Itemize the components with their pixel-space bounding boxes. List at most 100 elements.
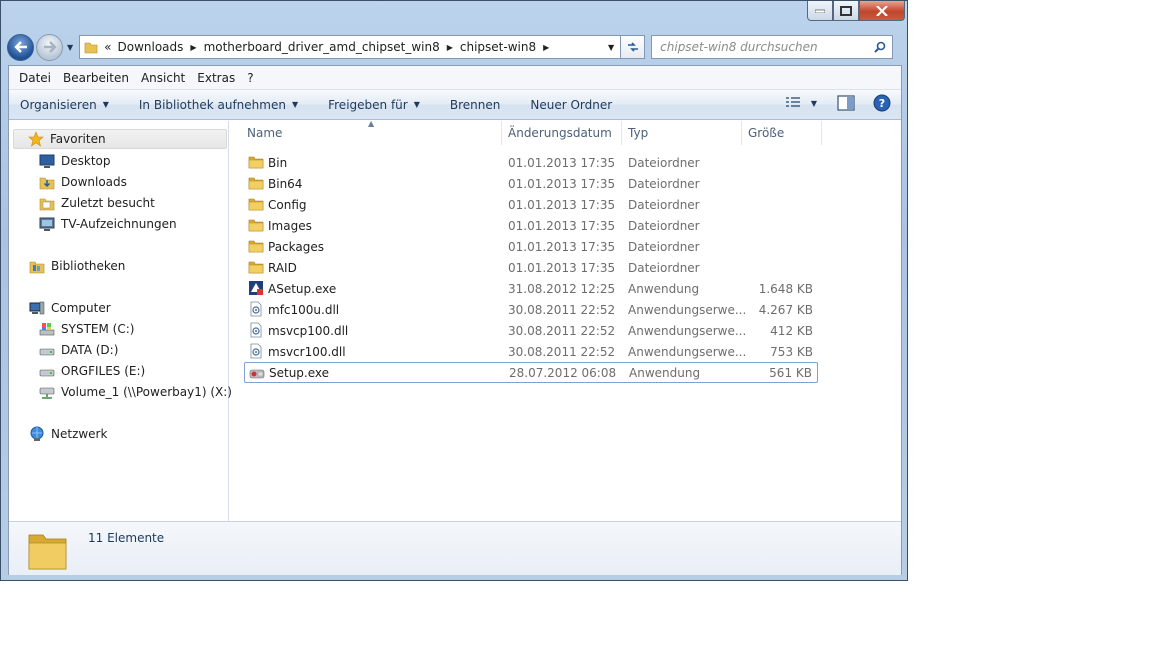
breadcrumb-chipset-win8[interactable]: chipset-win8 xyxy=(460,40,536,54)
close-button[interactable] xyxy=(859,1,905,21)
back-button[interactable] xyxy=(7,33,34,61)
organize-button[interactable]: Organisieren ▼ xyxy=(20,98,109,112)
minimize-icon xyxy=(815,9,825,13)
nav-drive-d[interactable]: DATA (D:) xyxy=(39,340,118,360)
breadcrumb-motherboard-driver[interactable]: motherboard_driver_amd_chipset_win8 xyxy=(204,40,440,54)
file-row[interactable]: Bin 01.01.2013 17:35 Dateiordner xyxy=(244,152,818,173)
column-divider[interactable] xyxy=(821,121,822,145)
sort-ascending-icon: ▲ xyxy=(368,119,375,128)
file-row[interactable]: mfc100u.dll 30.08.2011 22:52 Anwendungserw… xyxy=(244,299,818,320)
help-icon[interactable]: ? xyxy=(873,94,891,112)
nav-downloads[interactable]: Downloads xyxy=(39,172,127,192)
nav-drive-e[interactable]: ORGFILES (E:) xyxy=(39,361,145,381)
file-name: Images xyxy=(268,218,312,233)
dll-file-icon xyxy=(248,301,264,317)
file-row[interactable]: Images 01.01.2013 17:35 Dateiordner xyxy=(244,215,818,236)
menu-datei[interactable]: Datei xyxy=(19,71,51,85)
include-in-library-button[interactable]: In Bibliothek aufnehmen ▼ xyxy=(139,98,298,112)
breadcrumb-label: motherboard_driver_amd_chipset_win8 xyxy=(203,40,440,54)
file-name: Config xyxy=(268,197,307,212)
nav-item-label: Bibliotheken xyxy=(51,259,126,273)
nav-recent-places[interactable]: Zuletzt besucht xyxy=(39,193,155,213)
search-placeholder: chipset-win8 durchsuchen xyxy=(660,40,818,54)
share-label: Freigeben für xyxy=(328,97,408,112)
file-name: RAID xyxy=(268,260,297,275)
nav-computer[interactable]: Computer xyxy=(29,298,111,318)
file-row[interactable]: Config 01.01.2013 17:35 Dateiordner xyxy=(244,194,818,215)
nav-item-label: ORGFILES (E:) xyxy=(61,364,146,378)
menu-bearbeiten[interactable]: Bearbeiten xyxy=(63,71,129,85)
address-bar[interactable]: « Downloads ▶ motherboard_driver_amd_chi… xyxy=(79,35,622,59)
details-pane: 11 Elemente xyxy=(9,521,901,575)
column-header-name[interactable]: Name xyxy=(247,121,282,145)
file-size: 4.267 KB xyxy=(758,302,813,317)
menu-ansicht[interactable]: Ansicht xyxy=(141,71,185,85)
history-dropdown-icon[interactable]: ▼ xyxy=(67,43,73,52)
nav-desktop[interactable]: Desktop xyxy=(39,151,111,171)
breadcrumb-overflow[interactable]: « xyxy=(104,40,111,54)
file-row[interactable]: Bin64 01.01.2013 17:35 Dateiordner xyxy=(244,173,818,194)
folder-icon xyxy=(248,154,264,170)
network-icon xyxy=(29,426,45,442)
file-row[interactable]: Setup.exe 28.07.2012 06:08 Anwendung 561 KB xyxy=(244,362,818,383)
column-label: Typ xyxy=(628,126,649,140)
refresh-button[interactable] xyxy=(621,35,646,59)
chevron-right-icon[interactable]: ▶ xyxy=(543,43,549,52)
file-row[interactable]: msvcr100.dll 30.08.2011 22:52 Anwendungser… xyxy=(244,341,818,362)
computer-icon xyxy=(29,300,45,316)
file-row[interactable]: msvcp100.dll 30.08.2011 22:52 Anwendungser… xyxy=(244,320,818,341)
large-folder-icon xyxy=(28,534,67,570)
nav-libraries[interactable]: Bibliotheken xyxy=(29,256,125,276)
chevron-right-icon[interactable]: ▶ xyxy=(190,43,196,52)
file-type: Dateiordner xyxy=(628,218,700,233)
file-name: mfc100u.dll xyxy=(268,302,340,317)
nav-drive-c[interactable]: SYSTEM (C:) xyxy=(39,319,134,339)
file-row[interactable]: ASetup.exe 31.08.2012 12:25 Anwendung 1.648… xyxy=(244,278,818,299)
nav-favorites[interactable]: Favoriten xyxy=(13,129,227,149)
title-bar xyxy=(1,1,907,31)
nav-drive-x[interactable]: Volume_1 (\\Powerbay1) (X:) xyxy=(39,382,232,402)
file-type: Anwendungserwe... xyxy=(628,323,747,338)
share-with-button[interactable]: Freigeben für ▼ xyxy=(328,98,420,112)
content-area: Datei Bearbeiten Ansicht Extras ? Organi… xyxy=(8,65,902,575)
chevron-right-icon[interactable]: ▶ xyxy=(447,43,453,52)
libraries-icon xyxy=(29,258,45,274)
nav-network[interactable]: Netzwerk xyxy=(29,424,107,444)
nav-tv-recordings[interactable]: TV-Aufzeichnungen xyxy=(39,214,177,234)
hard-drive-icon xyxy=(39,363,55,379)
tv-icon xyxy=(39,216,55,232)
preview-pane-icon[interactable] xyxy=(837,95,855,111)
column-divider[interactable] xyxy=(621,121,622,145)
column-header-date[interactable]: Änderungsdatum xyxy=(508,121,612,145)
forward-button[interactable] xyxy=(36,33,63,61)
menu-help[interactable]: ? xyxy=(247,71,253,85)
arrow-left-icon xyxy=(13,41,27,53)
file-row[interactable]: Packages 01.01.2013 17:35 Dateiordner xyxy=(244,236,818,257)
nav-item-label: Computer xyxy=(51,301,111,315)
folder-icon xyxy=(248,217,264,233)
breadcrumb-label: Downloads xyxy=(117,40,184,54)
search-icon[interactable] xyxy=(874,41,886,53)
column-header-type[interactable]: Typ xyxy=(628,121,648,145)
search-input[interactable]: chipset-win8 durchsuchen xyxy=(651,35,894,59)
folder-icon xyxy=(248,175,264,191)
folder-icon xyxy=(84,42,98,54)
maximize-button[interactable] xyxy=(833,1,859,21)
column-header-size[interactable]: Größe xyxy=(748,121,784,145)
menu-extras[interactable]: Extras xyxy=(197,71,235,85)
file-row[interactable]: RAID 01.01.2013 17:35 Dateiordner xyxy=(244,257,818,278)
dll-file-icon xyxy=(248,343,264,359)
view-options-dropdown-icon[interactable]: ▼ xyxy=(811,99,817,108)
address-dropdown-icon[interactable]: ▼ xyxy=(608,43,614,52)
burn-button[interactable]: Brennen xyxy=(450,98,500,112)
column-divider[interactable] xyxy=(741,121,742,145)
column-divider[interactable] xyxy=(501,121,502,145)
new-folder-button[interactable]: Neuer Ordner xyxy=(530,98,612,112)
file-type: Dateiordner xyxy=(628,197,700,212)
file-type: Dateiordner xyxy=(628,260,700,275)
breadcrumb-downloads[interactable]: Downloads xyxy=(118,40,184,54)
folder-icon xyxy=(248,238,264,254)
minimize-button[interactable] xyxy=(807,1,833,21)
caret-down-icon: ▼ xyxy=(413,100,420,109)
view-details-icon[interactable] xyxy=(785,96,801,110)
